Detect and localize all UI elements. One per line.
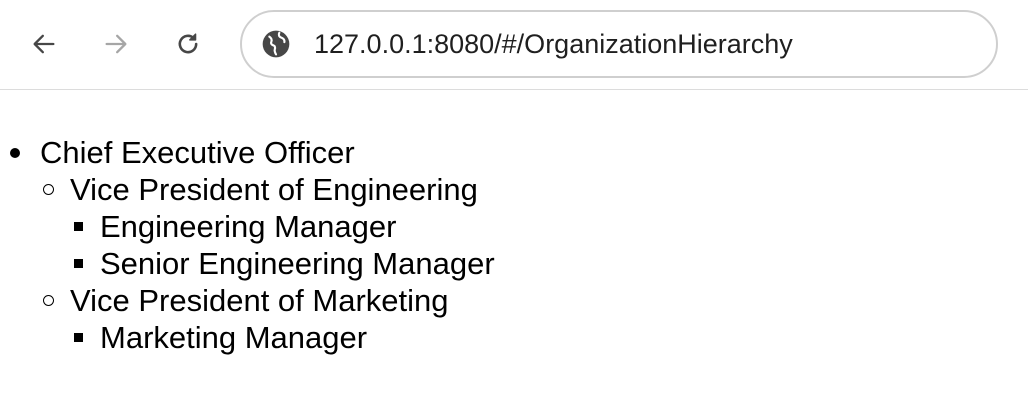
disc-bullet-icon: [10, 148, 20, 158]
reload-icon: [178, 33, 198, 54]
square-bullet-icon: [74, 222, 83, 231]
url-text[interactable]: 127.0.0.1:8080/#/OrganizationHierarchy: [314, 28, 793, 60]
forward-button[interactable]: [96, 24, 136, 64]
node-title: Senior Engineering Manager: [100, 246, 495, 281]
node-title: Vice President of Engineering: [70, 172, 478, 207]
circle-bullet-icon: [43, 184, 54, 195]
square-bullet-icon: [74, 333, 83, 342]
address-bar[interactable]: 127.0.0.1:8080/#/OrganizationHierarchy: [240, 10, 998, 78]
browser-toolbar: 127.0.0.1:8080/#/OrganizationHierarchy: [0, 0, 1028, 90]
node-title: Engineering Manager: [100, 209, 397, 244]
node-title: Chief Executive Officer: [40, 135, 355, 170]
arrow-right-icon: [105, 34, 127, 54]
back-button[interactable]: [24, 24, 64, 64]
reload-button[interactable]: [168, 24, 208, 64]
arrow-left-icon: [33, 34, 55, 54]
circle-bullet-icon: [43, 295, 54, 306]
node-title: Vice President of Marketing: [70, 283, 449, 318]
page-content: Chief Executive Officer Vice President o…: [0, 90, 1028, 416]
square-bullet-icon: [74, 259, 83, 268]
node-title: Marketing Manager: [100, 320, 368, 355]
globe-icon[interactable]: [260, 28, 292, 60]
